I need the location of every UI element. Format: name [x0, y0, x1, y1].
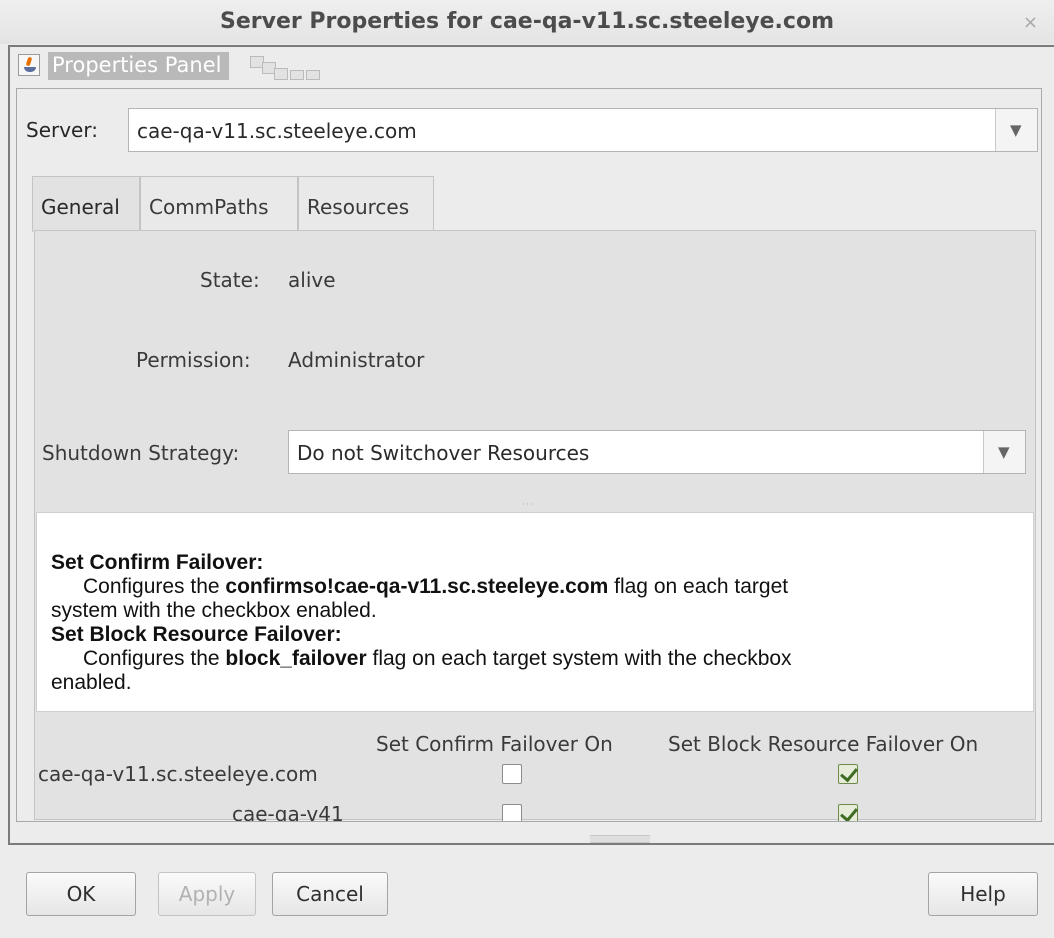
table-scroll-clip	[16, 821, 1042, 831]
tab-general-label: General	[41, 195, 120, 219]
server-label: Server:	[26, 118, 98, 142]
dock-grip-icon[interactable]	[242, 56, 322, 80]
close-icon[interactable]: ×	[1023, 12, 1038, 33]
tab-general[interactable]: General	[32, 176, 140, 232]
state-value: alive	[288, 268, 336, 292]
block-desc-cont: enabled.	[51, 671, 132, 694]
column-header-confirm: Set Confirm Failover On	[376, 732, 613, 756]
permission-value: Administrator	[288, 348, 425, 372]
confirm-desc-post: flag on each target	[608, 575, 789, 598]
confirm-failover-checkbox[interactable]	[502, 764, 522, 784]
panel-header: Properties Panel	[10, 48, 330, 82]
column-header-block: Set Block Resource Failover On	[668, 732, 979, 756]
cancel-button[interactable]: Cancel	[272, 872, 388, 916]
confirm-desc-cont: system with the checkbox enabled.	[51, 599, 377, 622]
description-pane: Set Confirm Failover: Configures the con…	[36, 512, 1034, 712]
tab-resources[interactable]: Resources	[298, 176, 434, 231]
shutdown-strategy-label: Shutdown Strategy:	[42, 441, 240, 465]
ok-button[interactable]: OK	[26, 872, 136, 916]
confirm-failover-heading: Set Confirm Failover:	[51, 551, 264, 574]
server-select[interactable]: cae-qa-v11.sc.steeleye.com ▼	[128, 108, 1038, 152]
block-failover-heading: Set Block Resource Failover:	[51, 623, 342, 646]
tab-commpaths[interactable]: CommPaths	[140, 176, 298, 231]
permission-label: Permission:	[136, 348, 251, 372]
block-flag-name: block_failover	[225, 647, 367, 670]
block-desc-post: flag on each target system with the chec…	[366, 647, 792, 670]
resize-handle[interactable]	[590, 835, 650, 843]
java-icon	[18, 54, 40, 76]
block-failover-checkbox[interactable]	[838, 764, 858, 784]
state-label: State:	[200, 268, 260, 292]
shutdown-strategy-select[interactable]: Do not Switchover Resources ▼	[288, 430, 1026, 474]
shutdown-strategy-arrow[interactable]: ▼	[983, 431, 1025, 473]
inner-frame-bottom	[16, 821, 1042, 822]
tab-resources-label: Resources	[307, 195, 410, 219]
server-select-arrow[interactable]: ▼	[995, 109, 1037, 151]
split-pane-handle[interactable]: ···	[522, 500, 542, 510]
chevron-down-icon: ▼	[1010, 121, 1022, 139]
shutdown-strategy-value: Do not Switchover Resources	[297, 441, 590, 465]
help-button[interactable]: Help	[928, 872, 1038, 916]
chevron-down-icon: ▼	[998, 443, 1010, 461]
server-select-value: cae-qa-v11.sc.steeleye.com	[137, 119, 417, 143]
window-title: Server Properties for cae-qa-v11.sc.stee…	[219, 9, 834, 34]
tab-commpaths-label: CommPaths	[149, 195, 269, 219]
confirm-desc-pre: Configures the	[83, 575, 226, 598]
apply-button[interactable]: Apply	[158, 872, 256, 916]
block-desc-pre: Configures the	[83, 647, 226, 670]
panel-title: Properties Panel	[48, 52, 230, 80]
table-row-name: cae-qa-v11.sc.steeleye.com	[38, 762, 318, 786]
title-bar: Server Properties for cae-qa-v11.sc.stee…	[0, 0, 1054, 44]
confirm-flag-name: confirmso!cae-qa-v11.sc.steeleye.com	[225, 575, 609, 598]
